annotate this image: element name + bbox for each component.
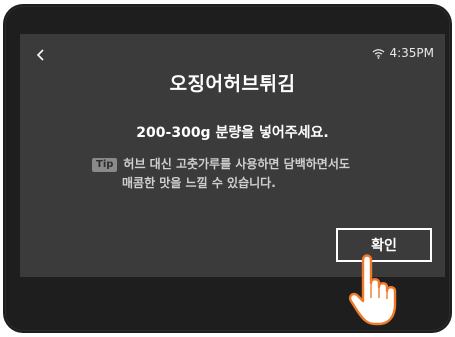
tip-text-line1: 허브 대신 고춧가루를 사용하면 담백하면서도 [123,157,350,171]
wifi-icon [373,48,385,59]
confirm-button-label: 확인 [371,238,397,254]
instruction-text: 200-300g 분량을 넣어주세요. [136,125,329,141]
back-button[interactable] [30,44,52,66]
display-screen: 4:35PM 오징어허브튀김 200-300g 분량을 넣어주세요. Tip 허브… [20,34,445,277]
tip-badge: Tip [92,158,118,172]
page-title: 오징어허브튀김 [169,73,296,95]
confirm-button[interactable]: 확인 [336,228,432,262]
chevron-left-icon [36,49,44,61]
clock-time: 4:35PM [389,46,434,60]
tip-text-line2: 매콤한 맛을 느낄 수 있습니다. [122,176,276,190]
status-bar: 4:35PM [372,45,434,61]
tip-block: Tip 허브 대신 고춧가루를 사용하면 담백하면서도 매콤한 맛을 느낄 수 있… [92,155,412,193]
device-bezel: 4:35PM 오징어허브튀김 200-300g 분량을 넣어주세요. Tip 허브… [3,4,452,333]
